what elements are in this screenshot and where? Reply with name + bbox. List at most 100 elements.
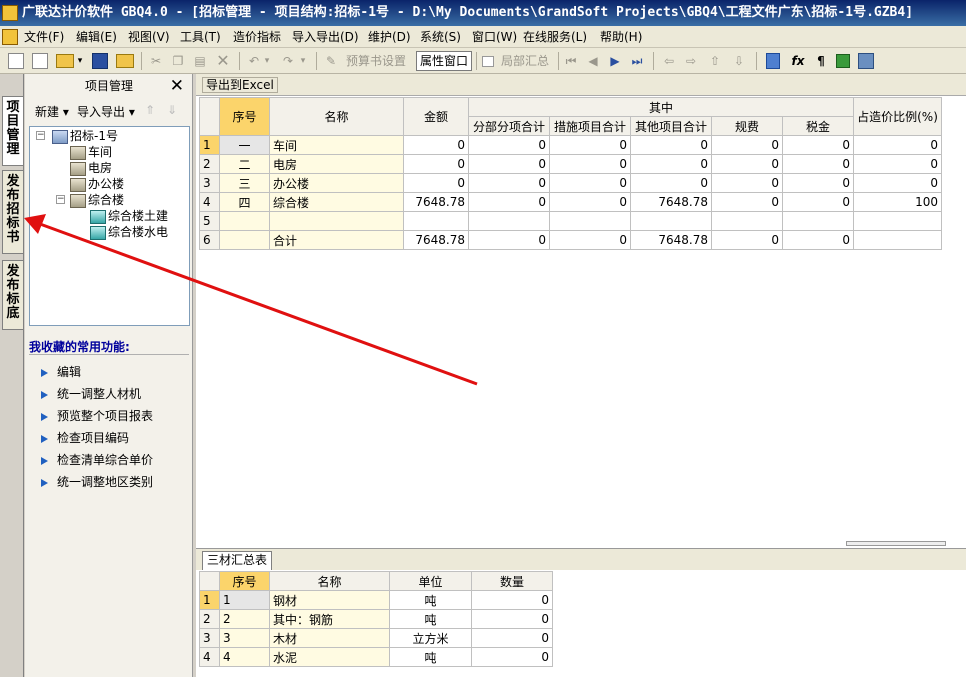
calculator-icon[interactable] — [766, 53, 780, 69]
row-number[interactable]: 3 — [199, 173, 220, 193]
cell-other[interactable]: 0 — [630, 135, 712, 155]
cell-seq[interactable]: 三 — [219, 173, 270, 193]
menu-maintain[interactable]: 维护(D) — [368, 29, 411, 45]
favorite-check-unit-prices[interactable]: 检查清单综合单价 — [41, 451, 153, 468]
cell-seq[interactable] — [219, 230, 270, 250]
menu-help[interactable]: 帮助(H) — [600, 29, 642, 45]
budget-settings-icon[interactable]: ✎ — [324, 51, 338, 71]
left-icon[interactable]: ⇦ — [662, 51, 676, 71]
cell-fees[interactable]: 0 — [711, 154, 783, 174]
menu-window[interactable]: 窗口(W) — [472, 29, 517, 45]
table-row-total[interactable]: 6 合计 7648.78 0 0 7648.78 0 0 — [199, 230, 942, 250]
table-row[interactable]: 1 1 钢材 吨 0 — [199, 590, 553, 610]
header-name[interactable]: 名称 — [269, 97, 404, 136]
table-row[interactable]: 1 一 车间 0 0 0 0 0 0 0 — [199, 135, 942, 155]
cell-ratio[interactable]: 0 — [853, 173, 942, 193]
cell-fees[interactable]: 0 — [711, 192, 783, 212]
chevron-down-icon[interactable]: ▾ — [298, 51, 308, 71]
cell-ratio[interactable]: 0 — [853, 154, 942, 174]
tab-project-management[interactable]: 项目管理 — [2, 96, 23, 166]
cell-fees[interactable] — [711, 211, 783, 231]
cell-tax[interactable] — [782, 211, 854, 231]
cell-sub-items[interactable]: 0 — [468, 173, 550, 193]
new-file-icon[interactable] — [8, 53, 24, 69]
table-row[interactable]: 4 4 水泥 吨 0 — [199, 647, 553, 667]
folder-icon[interactable] — [116, 54, 134, 68]
cell-seq[interactable]: 2 — [219, 609, 270, 629]
cell-ratio[interactable]: 0 — [853, 135, 942, 155]
favorite-edit[interactable]: 编辑 — [41, 363, 81, 380]
row-number[interactable]: 6 — [199, 230, 220, 250]
move-up-icon[interactable]: ⇑ — [145, 103, 155, 117]
export-excel-button[interactable]: 导出到Excel — [202, 77, 278, 93]
last-icon[interactable]: ⏭ — [630, 51, 644, 71]
row-number[interactable]: 4 — [199, 647, 220, 667]
cell-unit[interactable]: 吨 — [389, 609, 472, 629]
header-fees[interactable]: 规费 — [711, 116, 783, 136]
row-number[interactable]: 3 — [199, 628, 220, 648]
cell-name[interactable]: 水泥 — [269, 647, 390, 667]
import-export-button[interactable]: 导入导出 ▾ — [77, 103, 135, 120]
cell-measures[interactable]: 0 — [549, 192, 631, 212]
tab-publish-base-price[interactable]: 发布标底 — [2, 260, 23, 330]
budget-settings-button[interactable]: 预算书设置 — [342, 51, 410, 71]
cell-sub-items[interactable] — [468, 211, 550, 231]
cell-name[interactable]: 电房 — [269, 154, 404, 174]
menu-view[interactable]: 视图(V) — [128, 29, 170, 45]
cell-other[interactable]: 0 — [630, 173, 712, 193]
cell-quantity[interactable]: 0 — [471, 609, 553, 629]
cell-tax[interactable]: 0 — [782, 135, 854, 155]
menu-tools[interactable]: 工具(T) — [180, 29, 221, 45]
tree-item-complex-civil[interactable]: 综合楼土建 — [90, 208, 168, 224]
cell-quantity[interactable]: 0 — [471, 647, 553, 667]
table-row[interactable]: 4 四 综合楼 7648.78 0 0 7648.78 0 0 100 — [199, 192, 942, 212]
move-down-icon[interactable]: ⇓ — [167, 103, 177, 117]
header-seq[interactable]: 序号 — [219, 571, 270, 591]
close-icon[interactable]: ✕ — [170, 77, 184, 95]
cell-ratio[interactable] — [853, 211, 942, 231]
header-other-total[interactable]: 其他项目合计 — [630, 116, 712, 136]
save-icon[interactable] — [92, 53, 108, 69]
menu-online-service[interactable]: 在线服务(L) — [523, 29, 587, 45]
document-icon[interactable] — [2, 29, 18, 45]
cell-measures[interactable]: 0 — [549, 173, 631, 193]
cell-name[interactable]: 合计 — [269, 230, 404, 250]
tree-item-office[interactable]: 办公楼 — [70, 176, 124, 192]
table-row[interactable]: 3 3 木材 立方米 0 — [199, 628, 553, 648]
cell-other[interactable] — [630, 211, 712, 231]
cell-other[interactable]: 7648.78 — [630, 230, 712, 250]
cell-measures[interactable] — [549, 211, 631, 231]
cell-amount[interactable]: 0 — [403, 173, 469, 193]
menu-file[interactable]: 文件(F) — [24, 29, 64, 45]
row-number[interactable]: 1 — [199, 590, 220, 610]
partial-summary-checkbox[interactable] — [482, 56, 494, 67]
header-seq[interactable]: 序号 — [219, 97, 270, 136]
table-row[interactable]: 2 二 电房 0 0 0 0 0 0 0 — [199, 154, 942, 174]
new-button[interactable]: 新建 ▾ — [35, 103, 69, 120]
previous-icon[interactable]: ◀ — [586, 51, 600, 71]
header-name[interactable]: 名称 — [269, 571, 390, 591]
cell-tax[interactable]: 0 — [782, 173, 854, 193]
cell-measures[interactable]: 0 — [549, 135, 631, 155]
tree-item-complex-mep[interactable]: 综合楼水电 — [90, 224, 168, 240]
cell-unit[interactable]: 吨 — [389, 590, 472, 610]
cell-seq[interactable]: 一 — [219, 135, 270, 155]
menu-cost-index[interactable]: 造价指标 — [233, 29, 281, 45]
cell-name[interactable]: 木材 — [269, 628, 390, 648]
table-row[interactable]: 3 三 办公楼 0 0 0 0 0 0 0 — [199, 173, 942, 193]
next-icon[interactable]: ▶ — [608, 51, 622, 71]
cell-fees[interactable]: 0 — [711, 230, 783, 250]
cell-fees[interactable]: 0 — [711, 135, 783, 155]
cell-name[interactable]: 其中：钢筋 — [269, 609, 390, 629]
tab-materials-summary[interactable]: 三材汇总表 — [202, 551, 273, 570]
header-tax[interactable]: 税金 — [782, 116, 854, 136]
chevron-down-icon[interactable]: ▾ — [262, 51, 272, 71]
first-icon[interactable]: ⏮ — [564, 51, 578, 71]
new-project-icon[interactable] — [32, 53, 48, 69]
favorite-adjust-region[interactable]: 统一调整地区类别 — [41, 473, 153, 490]
open-folder-icon[interactable] — [56, 54, 74, 68]
cube-icon[interactable] — [836, 54, 850, 68]
cell-name[interactable]: 办公楼 — [269, 173, 404, 193]
down-icon[interactable]: ⇩ — [732, 51, 746, 71]
cell-seq[interactable]: 四 — [219, 192, 270, 212]
